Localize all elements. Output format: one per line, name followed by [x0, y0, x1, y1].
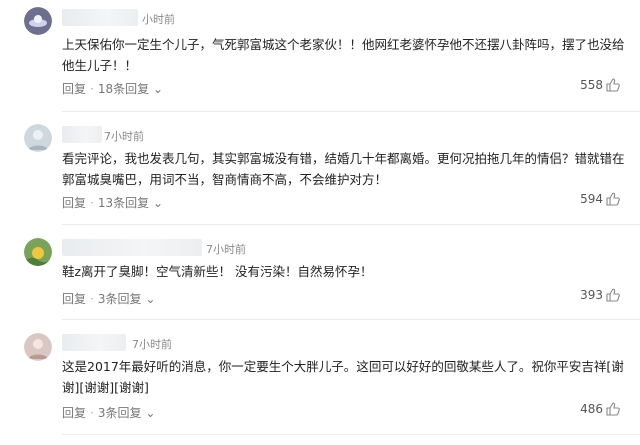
like-count: 594 [580, 192, 603, 206]
thumbs-up-icon [606, 402, 620, 416]
reply-count: 3条回复 [97, 292, 142, 306]
separator-dot: · [90, 82, 94, 96]
like-button[interactable]: 486 [580, 402, 620, 416]
like-button[interactable]: 393 [580, 288, 620, 302]
comment-time: 7小时前 [206, 243, 246, 256]
comment-text: 这是2017年最好听的消息，你一定要生个大胖儿子。这回可以好好的回敬某些人了。祝… [62, 359, 624, 395]
comment-actions: 回复 · 3条回复 ⌄ [62, 404, 155, 421]
like-count: 558 [580, 78, 603, 92]
reply-count: 18条回复 [97, 82, 150, 96]
divider [62, 224, 640, 225]
divider [62, 434, 640, 435]
avatar[interactable] [24, 7, 52, 35]
chevron-down-icon: ⌄ [152, 196, 164, 210]
thumbs-up-icon [606, 78, 620, 92]
chevron-down-icon: ⌄ [145, 406, 156, 420]
comment-actions: 回复 · 3条回复 ⌄ [62, 290, 155, 307]
thumbs-up-icon [606, 288, 620, 302]
username-redacted [62, 9, 138, 26]
reply-count: 3条回复 [97, 406, 142, 420]
like-button[interactable]: 558 [580, 78, 620, 92]
comment-text: 看完评论，我也发表几句，其实郭富城没有错，结婚几十年都离婚。更何况拍拖几年的情侣… [62, 151, 625, 187]
comment-time: 7小时前 [104, 130, 144, 143]
comment-actions: 回复 · 18条回复 ⌄ [62, 80, 163, 97]
view-replies-link[interactable]: 3条回复 ⌄ [98, 292, 156, 306]
like-count: 393 [580, 288, 603, 302]
view-replies-link[interactable]: 13条回复 ⌄ [98, 196, 163, 210]
like-count: 486 [580, 402, 603, 416]
comment-actions: 回复 · 13条回复 ⌄ [62, 194, 163, 211]
comment-text: 上天保佑你一定生个儿子，气死郭富城这个老家伙！！他网红老婆怀孕他不还摆八卦阵吗，… [62, 37, 625, 73]
view-replies-link[interactable]: 3条回复 ⌄ [98, 406, 156, 420]
reply-button[interactable]: 回复 [62, 292, 86, 306]
divider [62, 319, 640, 320]
avatar[interactable] [24, 333, 52, 361]
comment-time: 小时前 [142, 13, 175, 26]
view-replies-link[interactable]: 18条回复 ⌄ [98, 82, 163, 96]
reply-button[interactable]: 回复 [62, 196, 86, 210]
separator-dot: · [90, 406, 94, 420]
username-redacted [62, 334, 126, 351]
comment-text: 鞋z离开了臭脚！空气清新些！ 没有污染！自然易怀孕！ [62, 264, 373, 279]
comment-time: 7小时前 [132, 338, 172, 351]
chevron-down-icon: ⌄ [152, 82, 164, 96]
divider [62, 111, 640, 112]
thumbs-up-icon [606, 192, 620, 206]
reply-button[interactable]: 回复 [62, 82, 86, 96]
reply-count: 13条回复 [97, 196, 150, 210]
separator-dot: · [90, 196, 94, 210]
like-button[interactable]: 594 [580, 192, 620, 206]
reply-button[interactable]: 回复 [62, 406, 86, 420]
chevron-down-icon: ⌄ [145, 292, 156, 306]
avatar[interactable] [24, 124, 52, 152]
separator-dot: · [90, 292, 94, 306]
username-redacted [62, 126, 102, 143]
avatar[interactable] [24, 238, 52, 266]
username-redacted [62, 239, 202, 256]
